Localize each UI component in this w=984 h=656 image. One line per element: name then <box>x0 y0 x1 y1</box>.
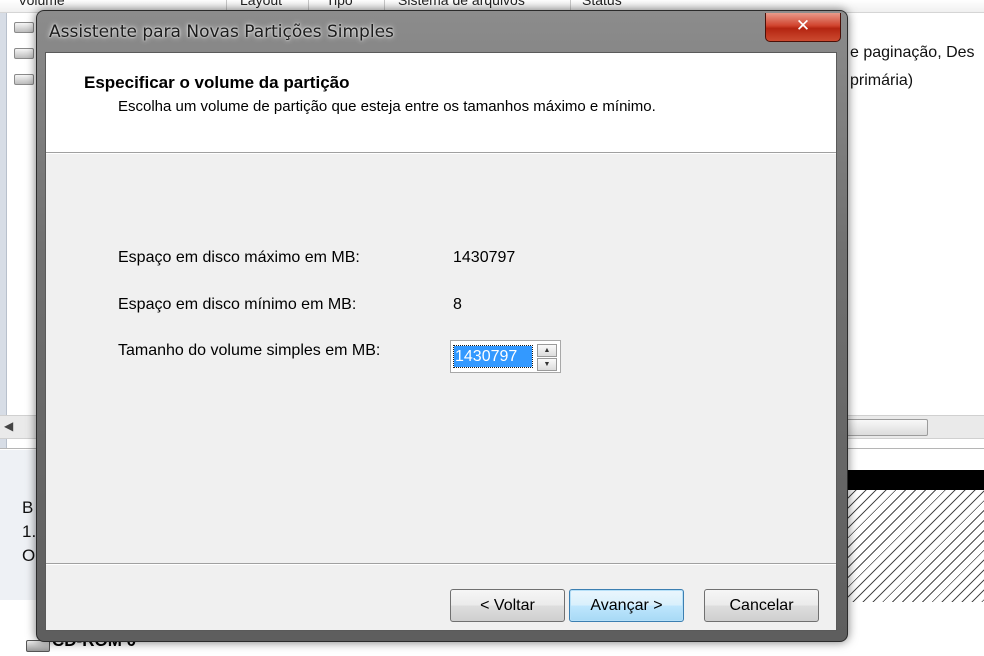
column-header-status[interactable]: Status <box>582 0 622 8</box>
spin-up-arrow-icon[interactable]: ▲ <box>537 344 557 357</box>
volume-drive-icon <box>14 74 34 85</box>
min-disk-space-value: 8 <box>453 296 462 313</box>
close-icon: ✕ <box>795 16 811 36</box>
unallocated-partition-bar <box>846 470 984 490</box>
volume-status-text: primária) <box>850 72 914 89</box>
disk-label-text: 1. <box>22 522 37 541</box>
next-button[interactable]: Avançar > <box>569 589 684 622</box>
spin-down-arrow-icon[interactable]: ▼ <box>537 358 557 371</box>
close-button[interactable]: ✕ <box>765 13 841 42</box>
button-area-divider <box>46 563 836 565</box>
volume-drive-icon <box>14 48 34 59</box>
cancel-button[interactable]: Cancelar <box>704 589 819 622</box>
max-disk-space-value: 1430797 <box>453 249 516 266</box>
column-header-volume[interactable]: Volume <box>18 0 65 8</box>
wizard-client-area: Especificar o volume da partição Escolha… <box>45 52 837 631</box>
disk-label-text: O <box>22 546 36 565</box>
new-simple-volume-wizard-dialog: Assistente para Novas Partições Simples … <box>36 10 848 642</box>
volume-status-text: e paginação, Des <box>850 44 975 61</box>
header-divider <box>46 152 836 154</box>
max-disk-space-label: Espaço em disco máximo em MB: <box>118 249 360 266</box>
unallocated-partition-area[interactable] <box>846 490 984 602</box>
scroll-left-arrow-icon[interactable]: ◀ <box>4 419 13 433</box>
volume-size-spinbox[interactable]: ▲ ▼ <box>450 340 561 373</box>
wizard-page-title: Especificar o volume da partição <box>84 73 350 92</box>
min-disk-space-label: Espaço em disco mínimo em MB: <box>118 296 357 313</box>
wizard-header: Especificar o volume da partição Escolha… <box>46 53 836 152</box>
scrollbar-thumb[interactable] <box>846 419 928 436</box>
volume-size-input[interactable] <box>453 345 533 368</box>
wizard-page-subtitle: Escolha um volume de partição que esteja… <box>118 98 656 115</box>
dialog-title: Assistente para Novas Partições Simples <box>49 22 394 42</box>
column-header-tipo[interactable]: Tipo <box>326 0 353 8</box>
column-header-layout[interactable]: Layout <box>240 0 282 8</box>
column-header-sistema-de-arquivos[interactable]: Sistema de arquivos <box>398 0 525 8</box>
volume-drive-icon <box>14 22 34 33</box>
back-button[interactable]: < Voltar <box>450 589 565 622</box>
disk-label-text: B <box>22 498 34 517</box>
volume-size-label: Tamanho do volume simples em MB: <box>118 342 381 359</box>
disk-label-panel[interactable]: B 1. O <box>0 450 40 600</box>
